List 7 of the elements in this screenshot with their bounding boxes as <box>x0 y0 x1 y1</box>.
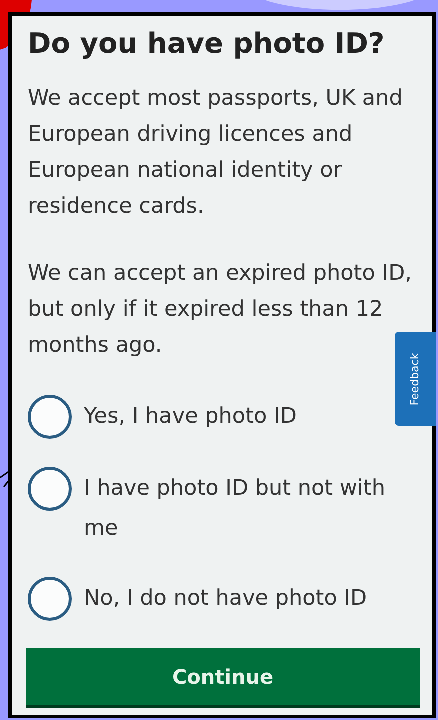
body-text: We accept most passports, UK and European driving licences and European national identity or residence cards. <box>28 85 404 221</box>
option-label[interactable]: I have photo ID but not with me <box>84 469 406 549</box>
feedback-tab[interactable]: Feedback <box>395 332 436 426</box>
option-label[interactable]: Yes, I have photo ID <box>84 397 297 437</box>
page-heading: Do you have photo ID? <box>28 26 386 62</box>
option-label[interactable]: No, I do not have photo ID <box>84 579 368 619</box>
continue-button[interactable]: Continue <box>26 648 420 708</box>
